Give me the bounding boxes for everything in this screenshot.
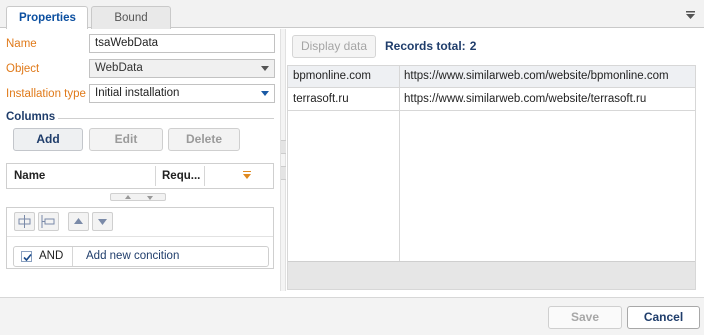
and-checkbox[interactable] [21,251,32,262]
sort-icon-bar [243,171,251,172]
condition-separator [72,247,73,266]
table-row[interactable]: bpmonline.com https://www.similarweb.com… [288,66,695,88]
add-group-icon[interactable] [38,212,59,231]
edit-column-button[interactable]: Edit [89,128,163,151]
column-separator [204,166,205,186]
filter-toolbar-divider [7,236,273,237]
installation-type-value: Initial installation [95,87,180,99]
table-cell-domain: bpmonline.com [293,70,371,82]
table-cell-domain: terrasoft.ru [293,93,349,105]
dialog-footer: Save Cancel [0,297,704,335]
table-column-separator [399,66,400,261]
sort-icon[interactable] [243,174,251,179]
installation-type-label: Installation type [6,88,86,100]
name-label: Name [6,38,37,50]
condition-group-row: AND Add new concition [13,246,269,267]
collapse-handle[interactable] [110,193,166,201]
object-chevron-down-icon[interactable] [256,60,274,77]
installation-type-chevron-down-icon[interactable] [256,85,274,102]
display-data-button[interactable]: Display data [292,35,376,58]
records-total-label: Records total: [385,39,466,53]
filter-panel: AND Add new concition [6,207,274,269]
column-header-required[interactable]: Requ... [162,164,200,188]
installation-type-select[interactable]: Initial installation [89,84,275,103]
and-operator-label: AND [39,250,64,262]
name-value: tsaWebData [95,37,159,49]
columns-section-title: Columns [6,111,56,123]
object-label: Object [6,63,40,75]
column-header-name[interactable]: Name [14,164,45,188]
records-total-count: 2 [469,39,477,53]
collapse-up-icon [125,195,131,199]
move-up-icon[interactable] [68,212,89,231]
tab-bound-data[interactable]: Bound Data [91,6,171,46]
cancel-button[interactable]: Cancel [627,306,700,329]
table-row[interactable]: terrasoft.ru https://www.similarweb.com/… [288,89,695,111]
save-button[interactable]: Save [548,306,622,329]
table-cell-url: https://www.similarweb.com/website/bpmon… [404,70,669,82]
section-divider [58,118,274,119]
tab-properties[interactable]: Properties [6,6,88,29]
object-value: WebData [95,62,143,74]
data-table: bpmonline.com https://www.similarweb.com… [287,65,696,290]
tab-bar: Properties Bound Data [0,0,704,46]
properties-panel: Name tsaWebData Object WebData Installat… [0,29,280,291]
records-total: Records total: 2 [385,39,476,53]
table-footer [288,261,695,289]
delete-column-button[interactable]: Delete [168,128,240,151]
columns-grid-header: Name Requ... [6,163,274,189]
tab-menu-icon[interactable] [686,9,695,19]
add-column-button[interactable]: Add [13,128,83,151]
add-condition-icon[interactable] [14,212,35,231]
move-down-icon[interactable] [92,212,113,231]
data-preview-panel: Display data Records total: 2 bpmonline.c… [286,29,704,291]
name-field[interactable]: tsaWebData [89,34,275,53]
object-select[interactable]: WebData [89,59,275,78]
table-cell-url: https://www.similarweb.com/website/terra… [404,93,647,105]
column-separator [155,166,156,186]
add-new-condition-link[interactable]: Add new concition [86,250,179,262]
collapse-down-icon [147,196,153,200]
